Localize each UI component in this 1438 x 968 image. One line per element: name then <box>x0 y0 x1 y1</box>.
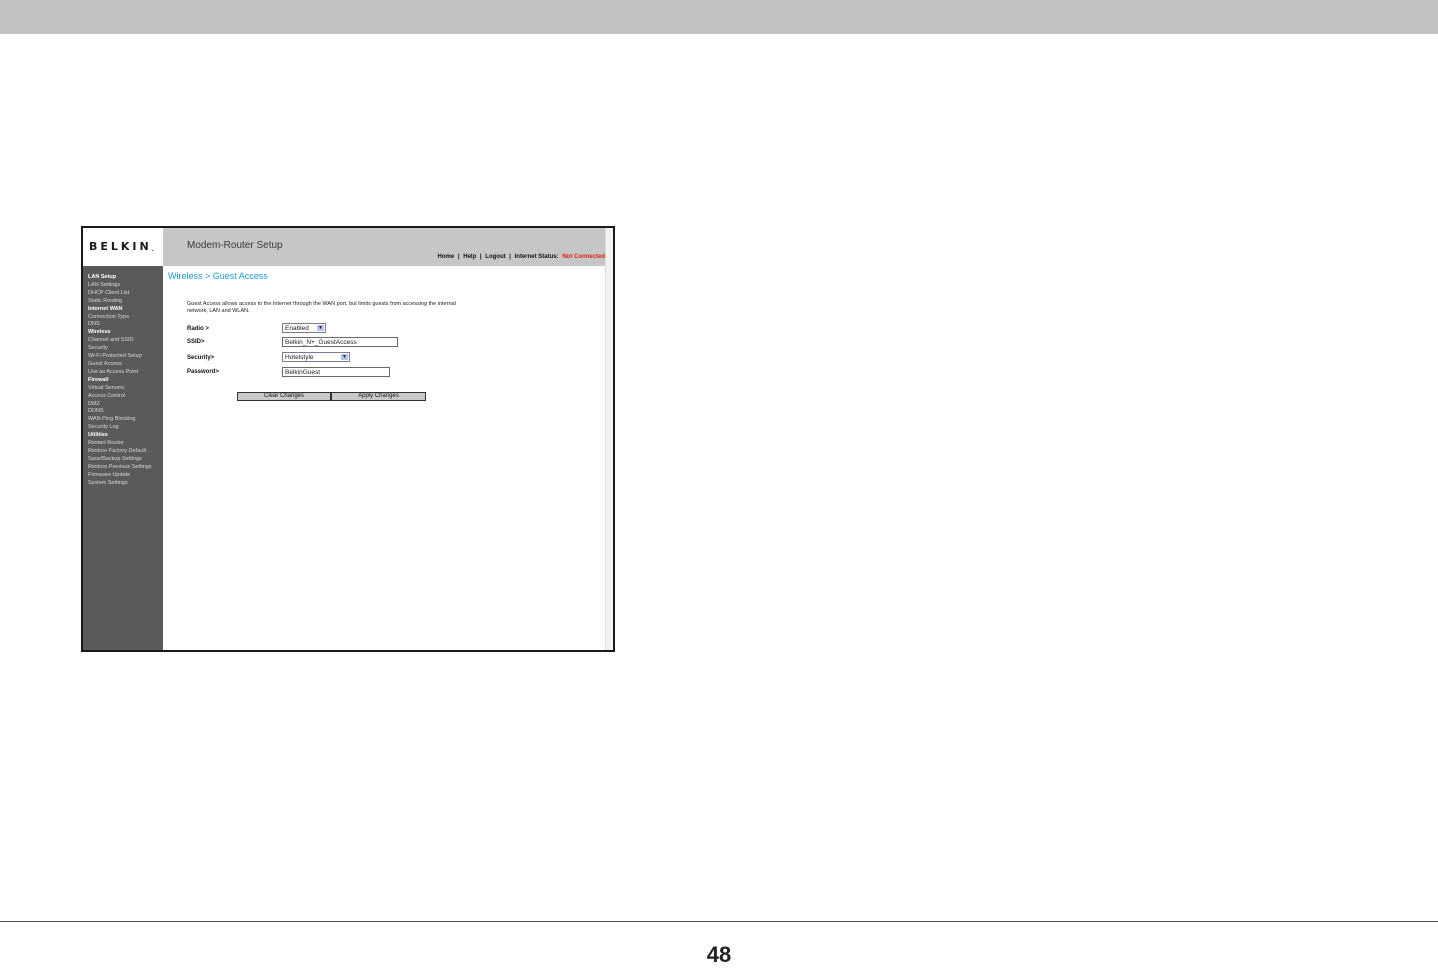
belkin-logo: BELKIN. <box>89 240 154 253</box>
password-field[interactable]: BelkinGuest <box>282 367 390 377</box>
sidebar-item-lan-settings[interactable]: LAN Settings <box>83 282 163 290</box>
sidebar-item-use-as-access-point[interactable]: Use as Access Point <box>83 369 163 377</box>
nav-separator: | <box>457 254 460 260</box>
sidebar-section-utilities[interactable]: Utilities <box>83 432 163 440</box>
internet-status-value: Not Connected <box>562 254 605 260</box>
sidebar-item-restore-factory-default[interactable]: Restore Factory Default <box>83 448 163 456</box>
sidebar-item-security-log[interactable]: Security Log <box>83 424 163 432</box>
ssid-label: SSID> <box>187 339 205 345</box>
logo-mark: . <box>151 247 154 253</box>
password-label: Password> <box>187 369 219 375</box>
sidebar-item-dhcp-client-list[interactable]: DHCP Client List <box>83 290 163 298</box>
vertical-scrollbar[interactable] <box>605 228 613 650</box>
page-number: 48 <box>706 942 732 967</box>
main-content: Wireless > Guest Access Guest Access all… <box>163 266 606 650</box>
sidebar-section-lan-setup[interactable]: LAN Setup <box>83 274 163 282</box>
sidebar-item-virtual-servers[interactable]: Virtual Servers <box>83 385 163 393</box>
radio-select-value: Enabled <box>285 325 309 332</box>
nav-separator: | <box>479 254 482 260</box>
security-select[interactable]: Hotelstyle ▼ <box>282 352 350 362</box>
apply-changes-button[interactable]: Apply Changes <box>331 392 426 401</box>
nav-separator: | <box>509 254 511 260</box>
sidebar: LAN Setup LAN Settings DHCP Client List … <box>83 266 163 650</box>
sidebar-item-ddns[interactable]: DDNS <box>83 408 163 416</box>
security-label: Security> <box>187 355 215 361</box>
sidebar-item-save-backup-settings[interactable]: Save/Backup Settings <box>83 456 163 464</box>
sidebar-item-channel-ssid[interactable]: Channel and SSID <box>83 337 163 345</box>
app-title: Modem-Router Setup <box>187 240 283 251</box>
logo-area: BELKIN. <box>83 228 163 266</box>
sidebar-section-wireless[interactable]: Wireless <box>83 329 163 337</box>
footer-rule <box>0 921 1438 922</box>
header-bar: Modem-Router Setup Home | Help | Logout … <box>163 228 606 266</box>
clear-changes-button[interactable]: Clear Changes <box>237 392 331 401</box>
sidebar-item-firmware-update[interactable]: Firmware Update <box>83 472 163 480</box>
sidebar-item-wan-ping-blocking[interactable]: WAN Ping Blocking <box>83 416 163 424</box>
guest-access-description: Guest Access allows access to the Intern… <box>187 301 456 314</box>
sidebar-item-restart-router[interactable]: Restart Router <box>83 440 163 448</box>
sidebar-section-firewall[interactable]: Firewall <box>83 377 163 385</box>
sidebar-item-static-routing[interactable]: Static Routing <box>83 298 163 306</box>
chevron-down-icon: ▼ <box>341 354 348 360</box>
sidebar-item-dmz[interactable]: DMZ <box>83 401 163 409</box>
chevron-down-icon: ▼ <box>317 325 324 331</box>
sidebar-item-access-control[interactable]: Access Control <box>83 393 163 401</box>
sidebar-section-internet-wan[interactable]: Internet WAN <box>83 306 163 314</box>
internet-status-label: Internet Status: <box>514 254 559 260</box>
page-title: Wireless > Guest Access <box>168 271 268 281</box>
sidebar-item-restore-previous-settings[interactable]: Restore Previous Settings <box>83 464 163 472</box>
router-setup-screenshot: BELKIN. Modem-Router Setup Home | Help |… <box>81 226 615 652</box>
sidebar-item-connection-type[interactable]: Connection Type <box>83 314 163 322</box>
sidebar-item-guest-access[interactable]: Guest Access <box>83 361 163 369</box>
ssid-field[interactable]: Belkin_N+_GuestAccess <box>282 337 398 347</box>
sidebar-item-system-settings[interactable]: System Settings <box>83 480 163 488</box>
radio-label: Radio > <box>187 326 209 332</box>
security-select-value: Hotelstyle <box>285 354 314 361</box>
nav-home-link[interactable]: Home <box>438 254 455 260</box>
sidebar-item-security[interactable]: Security <box>83 345 163 353</box>
logo-text: BELKIN <box>89 240 152 253</box>
top-nav: Home | Help | Logout | Internet Status: … <box>437 254 606 260</box>
sidebar-item-wps[interactable]: Wi-Fi Protected Setup <box>83 353 163 361</box>
nav-logout-link[interactable]: Logout <box>485 254 505 260</box>
nav-help-link[interactable]: Help <box>463 254 476 260</box>
radio-select[interactable]: Enabled ▼ <box>282 323 326 333</box>
page-header-band <box>0 0 1438 34</box>
sidebar-item-dns[interactable]: DNS <box>83 321 163 329</box>
